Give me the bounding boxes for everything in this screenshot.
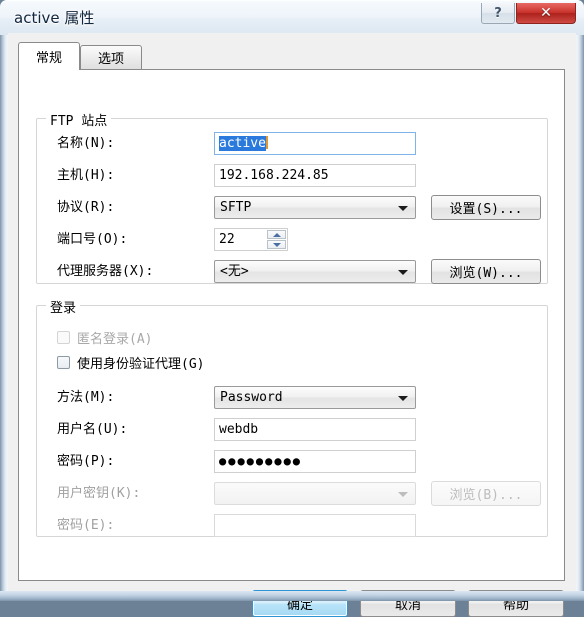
row-port: 端口号(O): 22 bbox=[37, 227, 547, 253]
auth-agent-label: 使用身份验证代理(G) bbox=[77, 356, 205, 372]
host-input[interactable]: 192.168.224.85 bbox=[214, 164, 416, 187]
anonymous-login-label: 匿名登录(A) bbox=[77, 331, 153, 347]
chevron-down-icon bbox=[398, 492, 408, 497]
row-proxy: 代理服务器(X): <无> 浏览(W)... bbox=[37, 259, 547, 285]
username-input[interactable]: webdb bbox=[214, 418, 416, 441]
port-stepper-value: 22 bbox=[219, 232, 235, 247]
triangle-down-glyph bbox=[272, 242, 281, 247]
window-bottom-border bbox=[0, 591, 584, 601]
dialog-window: active 属性 ? ✕ 常规 选项 FTP 站点 名称(N): active… bbox=[0, 0, 584, 617]
username-label: 用户名(U): bbox=[57, 422, 128, 437]
row-host: 主机(H): 192.168.224.85 bbox=[37, 163, 547, 189]
triangle-up-glyph bbox=[272, 232, 281, 237]
auth-agent-checkbox[interactable]: 使用身份验证代理(G) bbox=[57, 352, 204, 372]
port-stepper-buttons[interactable] bbox=[267, 230, 286, 249]
name-input[interactable]: active bbox=[214, 132, 416, 155]
keypassword-input bbox=[214, 514, 416, 537]
help-icon-button[interactable]: ? bbox=[481, 3, 515, 24]
name-input-value: active bbox=[219, 136, 266, 151]
row-protocol: 协议(R): SFTP 设置(S)... bbox=[37, 195, 547, 221]
port-stepper[interactable]: 22 bbox=[214, 228, 288, 251]
login-group-title: 登录 bbox=[46, 297, 81, 316]
chevron-down-icon bbox=[398, 270, 408, 275]
password-input[interactable]: ●●●●●●●●● bbox=[214, 450, 416, 473]
ftp-site-group-title: FTP 站点 bbox=[46, 110, 112, 129]
close-icon-button[interactable]: ✕ bbox=[516, 3, 576, 24]
row-method: 方法(M): Password bbox=[37, 385, 547, 411]
protocol-select-value: SFTP bbox=[220, 200, 252, 215]
tab-general[interactable]: 常规 bbox=[18, 42, 80, 70]
chevron-down-icon bbox=[398, 206, 408, 211]
login-group: 登录 匿名登录(A) 使用身份验证代理(G) 方法(M): Password 用… bbox=[36, 297, 548, 539]
protocol-label: 协议(R): bbox=[57, 200, 115, 215]
method-select-value: Password bbox=[220, 390, 283, 405]
proxy-browse-button[interactable]: 浏览(W)... bbox=[431, 259, 541, 284]
checkbox-box-anonymous bbox=[57, 330, 70, 344]
name-label: 名称(N): bbox=[57, 136, 115, 151]
password-label: 密码(P): bbox=[57, 454, 115, 469]
row-keypassword: 密码(E): bbox=[37, 513, 547, 539]
method-select[interactable]: Password bbox=[214, 386, 416, 409]
port-label: 端口号(O): bbox=[57, 232, 128, 247]
host-label: 主机(H): bbox=[57, 168, 115, 183]
userkey-browse-button: 浏览(B)... bbox=[431, 481, 541, 506]
row-name: 名称(N): active bbox=[37, 131, 547, 157]
tab-options[interactable]: 选项 bbox=[80, 45, 142, 69]
protocol-select[interactable]: SFTP bbox=[214, 196, 416, 219]
row-password: 密码(P): ●●●●●●●●● bbox=[37, 449, 547, 475]
keypassword-label: 密码(E): bbox=[57, 518, 115, 533]
userkey-select bbox=[214, 482, 416, 505]
password-masked-value: ●●●●●●●●● bbox=[219, 454, 303, 468]
userkey-label: 用户密钥(K): bbox=[57, 486, 141, 501]
stepper-up-icon[interactable] bbox=[267, 230, 286, 239]
proxy-label: 代理服务器(X): bbox=[57, 264, 154, 279]
anonymous-login-checkbox: 匿名登录(A) bbox=[57, 327, 152, 347]
method-label: 方法(M): bbox=[57, 390, 115, 405]
text-caret bbox=[265, 136, 268, 149]
window-title: active 属性 bbox=[14, 9, 95, 27]
chevron-down-icon bbox=[398, 396, 408, 401]
titlebar[interactable]: active 属性 ? ✕ bbox=[0, 0, 584, 33]
settings-button[interactable]: 设置(S)... bbox=[431, 195, 541, 220]
proxy-select[interactable]: <无> bbox=[214, 260, 416, 283]
checkbox-box-auth-agent[interactable] bbox=[57, 355, 70, 369]
ftp-site-group: FTP 站点 名称(N): active 主机(H): 192.168.224.… bbox=[36, 110, 548, 285]
proxy-select-value: <无> bbox=[220, 264, 249, 279]
dialog-client-area: 常规 选项 FTP 站点 名称(N): active 主机(H): 192.16… bbox=[8, 33, 576, 617]
row-username: 用户名(U): webdb bbox=[37, 417, 547, 443]
stepper-down-icon[interactable] bbox=[267, 240, 286, 249]
row-userkey: 用户密钥(K): 浏览(B)... bbox=[37, 481, 547, 507]
